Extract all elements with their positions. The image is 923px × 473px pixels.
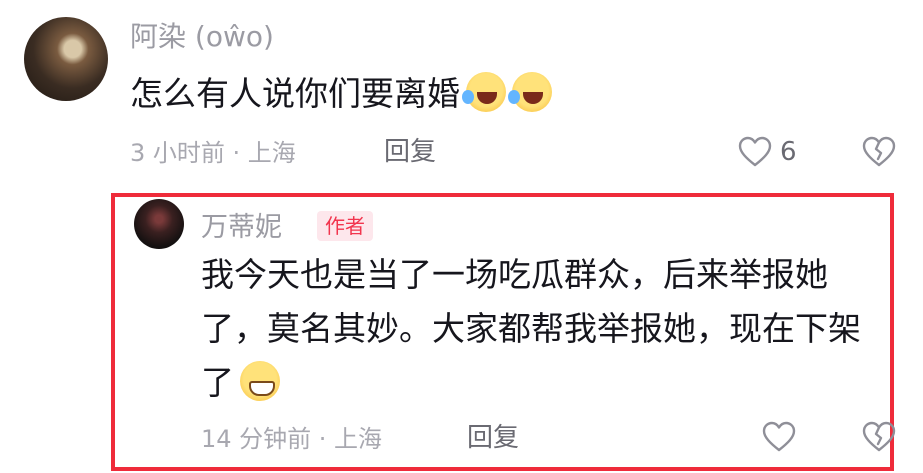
comment-time-location: 3 小时前 · 上海 [130,139,296,167]
like-heart-icon[interactable] [762,421,796,457]
comment-body: 怎么有人说你们要离婚 [130,74,460,113]
reply-button[interactable]: 回复 [384,137,436,167]
tears-of-joy-emoji [462,72,506,112]
author-avatar[interactable] [134,199,184,249]
reply-text: 我今天也是当了一场吃瓜群众，后来举报她了，莫名其妙。大家都帮我举报她，现在下架了 [201,248,891,410]
author-username[interactable]: 万蒂妮 [201,212,282,244]
broken-heart-icon[interactable] [862,136,896,172]
like-heart-icon[interactable] [738,136,772,172]
reply-time-location: 14 分钟前 · 上海 [201,425,383,453]
reply-body: 我今天也是当了一场吃瓜群众，后来举报她了，莫名其妙。大家都帮我举报她，现在下架了 [201,255,861,402]
reply-reply-button[interactable]: 回复 [467,423,519,453]
commenter-avatar[interactable] [24,17,108,101]
like-count: 6 [780,137,797,167]
grinning-emoji [240,361,280,401]
author-badge: 作者 [317,211,373,241]
broken-heart-icon[interactable] [862,421,896,457]
tears-of-joy-emoji [508,72,552,112]
comment-text: 怎么有人说你们要离婚 [130,67,552,121]
commenter-username[interactable]: 阿染 (oŵo) [130,21,274,53]
